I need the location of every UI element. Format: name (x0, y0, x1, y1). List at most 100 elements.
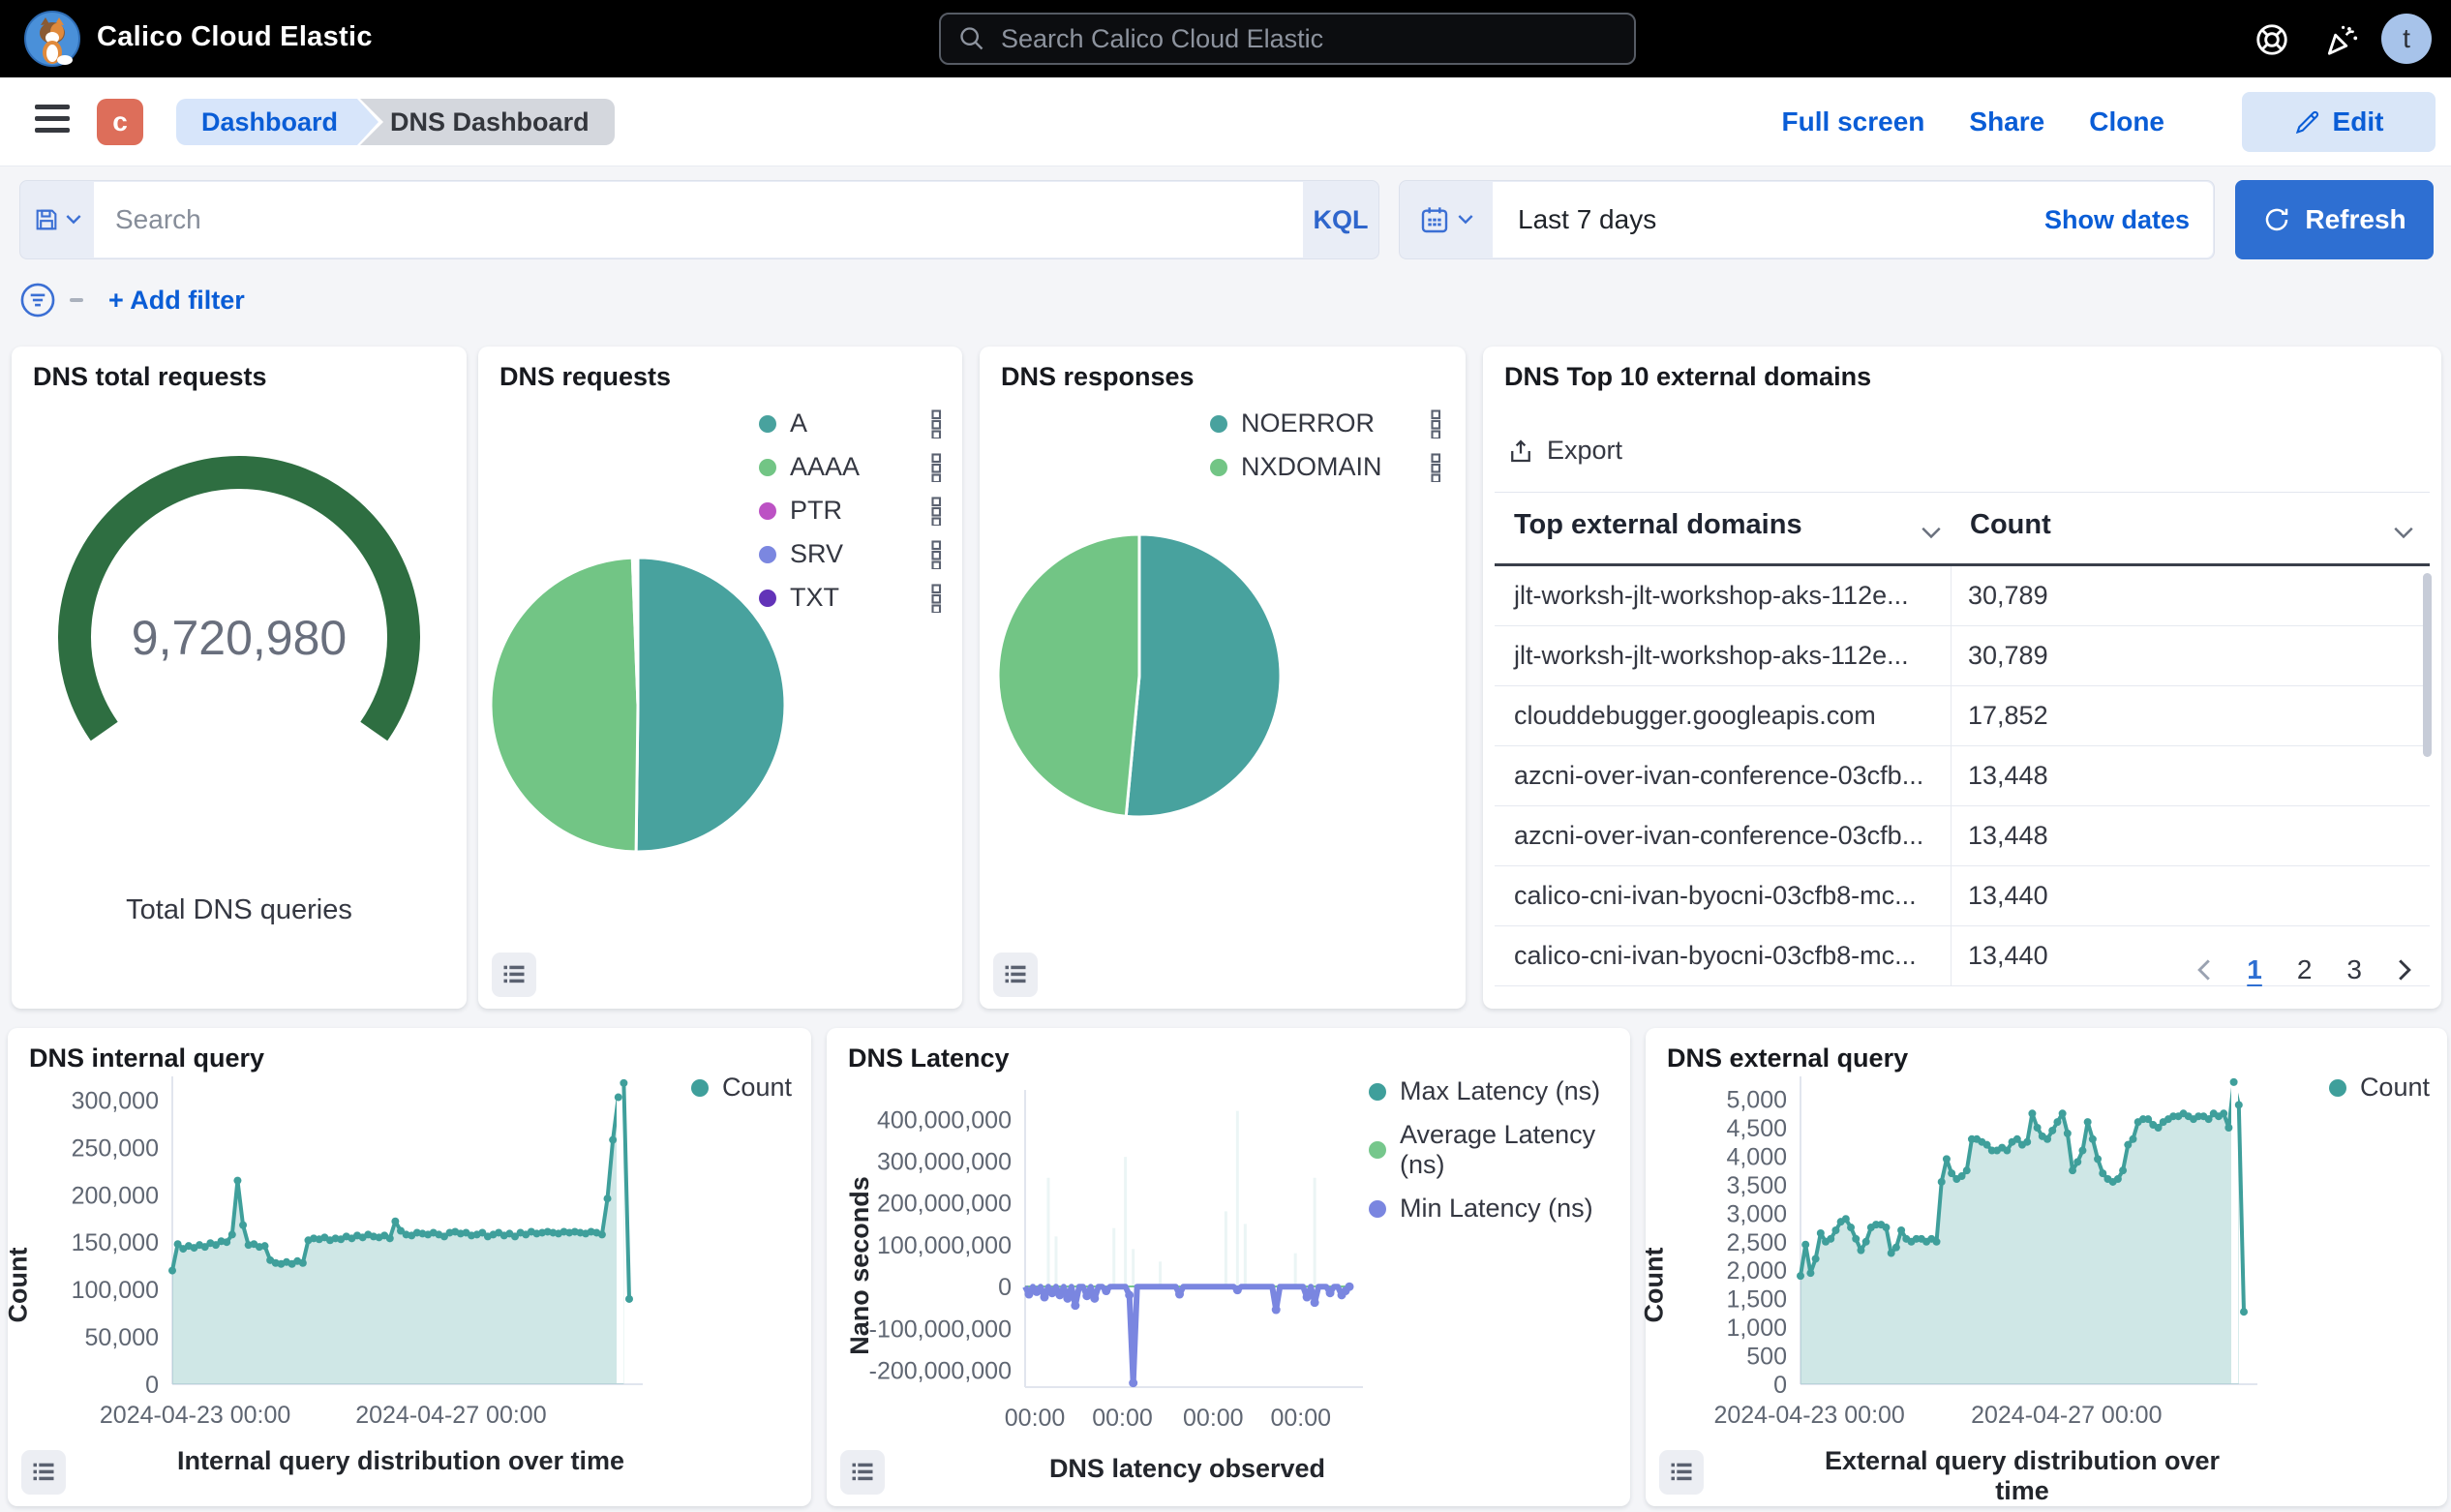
legend-item[interactable]: AAAA (759, 452, 943, 482)
legend-actions-icon[interactable] (931, 584, 943, 613)
legend-actions-icon[interactable] (931, 453, 943, 482)
legend-item[interactable]: NOERROR (1210, 408, 1442, 438)
show-dates-button[interactable]: Show dates (2044, 205, 2213, 235)
area-chart: 05001,0001,5002,0002,5003,0003,5004,0004… (1646, 1028, 2447, 1506)
panel-list-button[interactable] (840, 1450, 885, 1495)
news-party-icon[interactable] (2323, 21, 2360, 58)
count-cell: 13,448 (1951, 761, 2048, 791)
legend-item[interactable]: Max Latency (ns) (1369, 1076, 1630, 1106)
global-search-input[interactable] (999, 23, 1617, 55)
user-avatar[interactable]: t (2381, 14, 2432, 64)
legend-actions-icon[interactable] (1431, 409, 1442, 438)
list-icon (1002, 961, 1029, 988)
legend-item[interactable]: Count (2329, 1073, 2430, 1103)
legend-item[interactable]: TXT (759, 583, 943, 613)
breadcrumb-label: Dashboard (201, 107, 338, 137)
pencil-icon (2294, 108, 2321, 136)
next-page-icon[interactable] (2397, 957, 2412, 983)
full-screen-button[interactable]: Full screen (1782, 106, 1925, 137)
query-bar: KQL (19, 180, 1379, 259)
legend-dot (759, 502, 776, 520)
panel-dns-internal-query: DNS internal query 050,000100,000150,000… (8, 1028, 811, 1506)
filter-dash (70, 298, 83, 302)
query-search-input[interactable] (94, 204, 1303, 235)
legend-dot (1369, 1141, 1386, 1159)
svg-text:-100,000,000: -100,000,000 (869, 1315, 1012, 1343)
table-row: azcni-over-ivan-conference-03cfb...13,44… (1495, 746, 2430, 806)
previous-page-icon[interactable] (2196, 957, 2212, 983)
legend-item[interactable]: NXDOMAIN (1210, 452, 1442, 482)
app-title: Calico Cloud Elastic (97, 21, 373, 53)
global-header: Calico Cloud Elastic t (0, 0, 2451, 77)
sort-chevron-icon[interactable] (1921, 527, 1942, 540)
legend-actions-icon[interactable] (1431, 453, 1442, 482)
legend-label: NOERROR (1241, 408, 1375, 438)
legend-actions-icon[interactable] (931, 497, 943, 526)
time-picker: Last 7 days Show dates (1399, 180, 2215, 259)
menu-button[interactable] (35, 105, 70, 136)
legend-actions-icon[interactable] (931, 409, 943, 438)
calendar-menu-button[interactable] (1400, 181, 1493, 258)
help-icon[interactable] (2254, 21, 2290, 58)
count-cell: 17,852 (1951, 701, 2048, 731)
app-logo (23, 10, 81, 68)
domain-cell: jlt-worksh-jlt-workshop-aks-112e... (1495, 641, 1951, 671)
y-axis-title: Count (3, 1248, 33, 1323)
svg-text:2,000: 2,000 (1726, 1257, 1787, 1285)
legend-item[interactable]: SRV (759, 539, 943, 569)
legend-item[interactable]: PTR (759, 496, 943, 526)
count-cell: 13,448 (1951, 821, 2048, 851)
time-range-value[interactable]: Last 7 days (1493, 204, 2044, 235)
filter-icon[interactable] (19, 282, 56, 318)
saved-query-menu-button[interactable] (20, 181, 94, 258)
legend-label: Count (2360, 1073, 2430, 1103)
add-filter-button[interactable]: + Add filter (108, 286, 245, 316)
legend-item[interactable]: A (759, 408, 943, 438)
table-row: clouddebugger.googleapis.com17,852 (1495, 686, 2430, 746)
page-number[interactable]: 2 (2297, 954, 2313, 985)
legend-item[interactable]: Average Latency (ns) (1369, 1120, 1630, 1180)
legend-dot (2329, 1079, 2346, 1097)
svg-text:0: 0 (145, 1372, 159, 1399)
global-search[interactable] (939, 13, 1636, 65)
legend-item[interactable]: Count (691, 1073, 792, 1103)
kql-language-button[interactable]: KQL (1303, 181, 1378, 258)
legend-dot (759, 546, 776, 563)
legend-dot (1210, 459, 1227, 476)
edit-button[interactable]: Edit (2242, 92, 2436, 152)
chevron-down-icon (1458, 214, 1473, 226)
sort-chevron-icon[interactable] (2393, 527, 2414, 540)
table-body: jlt-worksh-jlt-workshop-aks-112e...30,78… (1495, 566, 2430, 986)
column-header-count[interactable]: Count (1970, 509, 2051, 541)
breadcrumb-dns-dashboard[interactable]: DNS Dashboard (346, 99, 615, 145)
panel-list-button[interactable] (492, 953, 536, 997)
panel-dns-latency: DNS Latency 400,000,000300,000,000200,00… (827, 1028, 1630, 1506)
panel-list-button[interactable] (21, 1450, 66, 1495)
table-row: jlt-worksh-jlt-workshop-aks-112e...30,78… (1495, 566, 2430, 626)
panel-list-button[interactable] (993, 953, 1038, 997)
calendar-icon (1419, 204, 1450, 235)
avatar-letter: t (2403, 23, 2410, 54)
refresh-button[interactable]: Refresh (2235, 180, 2434, 259)
legend-label: TXT (790, 583, 839, 613)
share-button[interactable]: Share (1969, 106, 2044, 137)
space-badge[interactable]: c (97, 99, 143, 145)
page-number[interactable]: 3 (2346, 954, 2362, 985)
legend-label: Count (722, 1073, 792, 1103)
clone-button[interactable]: Clone (2089, 106, 2164, 137)
panel-list-button[interactable] (1659, 1450, 1704, 1495)
svg-text:500: 500 (1746, 1344, 1787, 1371)
svg-text:5,000: 5,000 (1726, 1087, 1787, 1114)
column-header-domains[interactable]: Top external domains (1514, 509, 1802, 541)
legend-item[interactable]: Min Latency (ns) (1369, 1194, 1630, 1224)
breadcrumb-dashboard[interactable]: Dashboard (176, 99, 357, 145)
legend-actions-icon[interactable] (931, 540, 943, 569)
list-icon (500, 961, 528, 988)
page-number[interactable]: 1 (2247, 954, 2262, 985)
list-icon (1668, 1459, 1695, 1486)
table-scrollbar[interactable] (2423, 573, 2432, 757)
domain-cell: azcni-over-ivan-conference-03cfb... (1495, 821, 1951, 851)
panel-dns-responses: DNS responses NOERRORNXDOMAIN (980, 347, 1466, 1009)
export-button[interactable]: Export (1506, 436, 1622, 466)
domain-cell: jlt-worksh-jlt-workshop-aks-112e... (1495, 581, 1951, 611)
